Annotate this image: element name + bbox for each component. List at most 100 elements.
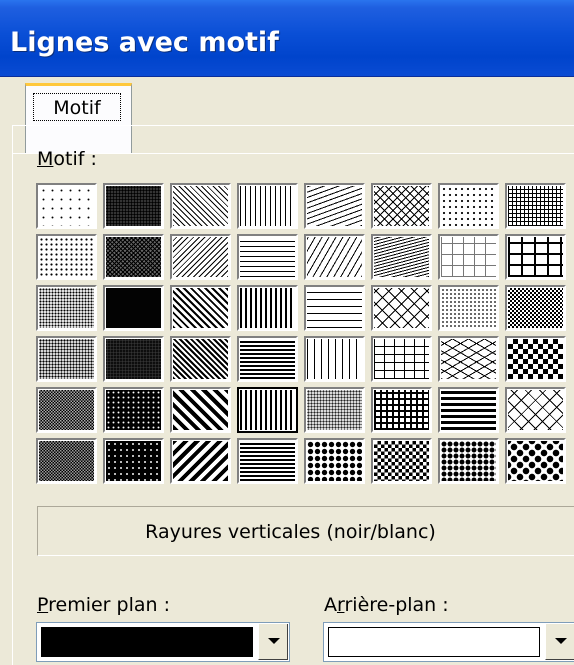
pattern-swatch-horiz-thick[interactable] [438, 387, 499, 433]
pattern-swatch-checker-dark[interactable] [103, 234, 164, 280]
pattern-fill [441, 288, 496, 328]
pattern-fill [307, 237, 362, 277]
pattern-swatch-wave-dense[interactable] [371, 234, 432, 280]
pattern-swatch-checker-fine[interactable] [505, 285, 566, 331]
pattern-swatch-dots-dense[interactable] [36, 336, 97, 382]
pattern-fill [106, 186, 161, 226]
pattern-fill [508, 390, 563, 430]
pattern-fill [106, 237, 161, 277]
foreground-dropdown-button[interactable] [258, 624, 288, 660]
pattern-swatch-brick[interactable] [371, 336, 432, 382]
pattern-name-box: Rayures verticales (noir/blanc) [37, 506, 574, 556]
pattern-fill [508, 339, 563, 379]
pattern-swatch-dots-white-on-black[interactable] [103, 387, 164, 433]
pattern-fill [374, 237, 429, 277]
pattern-swatch-grid-fine[interactable] [505, 183, 566, 229]
pattern-fill [240, 288, 295, 328]
pattern-fill [173, 186, 228, 226]
pattern-fill [508, 237, 563, 277]
pattern-fill [508, 441, 563, 481]
pattern-swatch-diag-down-wide[interactable] [170, 285, 231, 331]
pattern-swatch-trellis[interactable] [371, 438, 432, 484]
pattern-swatch-vert-fine[interactable] [237, 183, 298, 229]
pattern-fill [39, 237, 94, 277]
foreground-label: Premier plan : [37, 594, 171, 616]
pattern-swatch-checker-large[interactable] [505, 336, 566, 382]
pattern-swatch-plaid[interactable] [371, 387, 432, 433]
pattern-swatch-dots-diag[interactable] [438, 183, 499, 229]
pattern-swatch-grid-dotted[interactable] [438, 234, 499, 280]
pattern-fill [106, 339, 161, 379]
pattern-swatch-diag-up-thick[interactable] [170, 438, 231, 484]
pattern-name: Rayures verticales (noir/blanc) [145, 521, 436, 543]
pattern-grid [36, 183, 566, 484]
pattern-fill [173, 237, 228, 277]
pattern-swatch-diag-down-fine[interactable] [170, 183, 231, 229]
pattern-fill [39, 441, 94, 481]
pattern-fill [374, 390, 429, 430]
pattern-swatch-dots-medium[interactable] [36, 234, 97, 280]
pattern-swatch-diamond-solid[interactable] [505, 438, 566, 484]
pattern-fill [307, 390, 362, 430]
title-bar[interactable]: Lignes avec motif [0, 0, 574, 77]
pattern-swatch-dots-tiny-dense[interactable] [36, 285, 97, 331]
pattern-swatch-vert-wide[interactable] [237, 285, 298, 331]
pattern-swatch-confetti[interactable] [304, 387, 365, 433]
pattern-swatch-dots-sparse[interactable] [36, 183, 97, 229]
pattern-fill [441, 441, 496, 481]
pattern-fill [307, 339, 362, 379]
pattern-fill [508, 186, 563, 226]
pattern-fill [106, 288, 161, 328]
pattern-fill [106, 390, 161, 430]
pattern-fill [307, 288, 362, 328]
pattern-fill [173, 339, 228, 379]
pattern-swatch-dots-white-sparse[interactable] [103, 438, 164, 484]
pattern-swatch-diag-down-bold[interactable] [170, 336, 231, 382]
pattern-swatch-zigzag[interactable] [371, 183, 432, 229]
pattern-fill [173, 441, 228, 481]
background-color-select[interactable] [323, 622, 574, 662]
pattern-swatch-shingle[interactable] [438, 438, 499, 484]
background-label: Arrière-plan : [324, 594, 449, 616]
pattern-swatch-dots-dense-dark[interactable] [103, 183, 164, 229]
pattern-fill [307, 186, 362, 226]
pattern-swatch-grid-dotted-fine[interactable] [438, 285, 499, 331]
pattern-fill [307, 441, 362, 481]
dialog-window: Lignes avec motif Motif Motif : Rayures … [0, 0, 574, 665]
pattern-fill [374, 186, 429, 226]
pattern-swatch-horiz-medium[interactable] [237, 336, 298, 382]
pattern-fill [374, 288, 429, 328]
pattern-fill [240, 390, 295, 430]
pattern-swatch-vert-thick[interactable] [237, 387, 298, 433]
pattern-swatch-sphere[interactable] [304, 438, 365, 484]
pattern-swatch-checker-fine-dark[interactable] [36, 387, 97, 433]
foreground-color-select[interactable] [36, 622, 290, 662]
pattern-fill [441, 237, 496, 277]
pattern-fill [240, 186, 295, 226]
foreground-color-swatch [41, 627, 253, 657]
pattern-swatch-diag-down-thick[interactable] [170, 387, 231, 433]
pattern-swatch-diag-brick[interactable] [371, 285, 432, 331]
pattern-swatch-vert-dashed[interactable] [304, 336, 365, 382]
pattern-fill [39, 390, 94, 430]
pattern-swatch-diag-up-fine[interactable] [170, 234, 231, 280]
pattern-fill [240, 237, 295, 277]
pattern-fill [508, 288, 563, 328]
pattern-swatch-wave-horiz[interactable] [304, 183, 365, 229]
pattern-fill [374, 339, 429, 379]
pattern-swatch-horiz-dashed[interactable] [304, 285, 365, 331]
pattern-swatch-horiz-bold[interactable] [237, 438, 298, 484]
pattern-swatch-diamond-outline[interactable] [505, 387, 566, 433]
pattern-swatch-checker-medium[interactable] [36, 438, 97, 484]
pattern-fill [106, 441, 161, 481]
pattern-swatch-horiz-fine[interactable] [237, 234, 298, 280]
pattern-swatch-grid-wide[interactable] [505, 234, 566, 280]
pattern-fill [240, 339, 295, 379]
background-dropdown-button[interactable] [545, 624, 574, 660]
pattern-swatch-dots-big-dark[interactable] [103, 336, 164, 382]
window-title: Lignes avec motif [10, 27, 279, 58]
pattern-swatch-solid-dark-grain[interactable] [103, 285, 164, 331]
pattern-swatch-diag-up-dashed[interactable] [304, 234, 365, 280]
pattern-swatch-weave[interactable] [438, 336, 499, 382]
pattern-fill [441, 186, 496, 226]
